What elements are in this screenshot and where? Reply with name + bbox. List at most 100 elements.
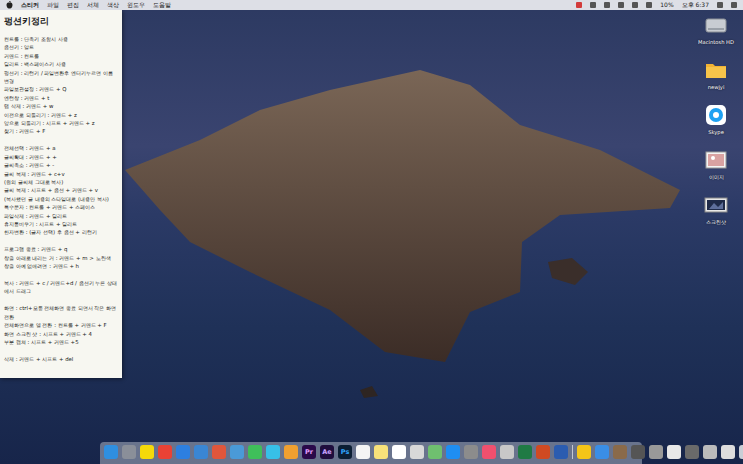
app-icon[interactable]: [739, 445, 743, 459]
note-title[interactable]: 펑션키정리: [4, 15, 118, 27]
app-icon[interactable]: [595, 445, 609, 459]
note-line[interactable]: (복사했던 글 내용의 스타일대로 (내용만 복사): [4, 195, 118, 203]
sticky-note[interactable]: 펑션키정리컨트롤 : 단축키 조합시 사용옵션키 : 알트커맨드 : 컨트롤딜리…: [0, 10, 122, 378]
note-line[interactable]: 앞으로 되돌리기 : 시프트 + 커맨드 + z: [4, 119, 118, 127]
status-icon[interactable]: [618, 2, 624, 8]
app-icon[interactable]: Pr: [302, 445, 316, 459]
status-text[interactable]: 10%: [660, 0, 673, 10]
note-line[interactable]: 창을 아래로 내리는 거 : 커맨드 + m > 노란색: [4, 254, 118, 262]
app-icon[interactable]: [704, 103, 728, 127]
status-text[interactable]: 오후 6:37: [682, 0, 709, 10]
note-line[interactable]: 글씨 복제 : 시프트 + 옵션 + 커맨드 + v: [4, 186, 118, 194]
app-icon[interactable]: [649, 445, 663, 459]
note-line[interactable]: 엔턴창 : 커맨드 + t: [4, 94, 118, 102]
app-icon[interactable]: [374, 445, 388, 459]
app-icon[interactable]: [392, 445, 406, 459]
status-icon[interactable]: [576, 2, 582, 8]
note-line[interactable]: 딜리트 : 백스페이스키 사용: [4, 60, 118, 68]
note-line[interactable]: 글씨 복제 : 커맨드 + c+v: [4, 170, 118, 178]
app-icon[interactable]: [518, 445, 532, 459]
note-line[interactable]: 한자변환 : (글자 선택) 후 옵션 + 리턴키: [4, 228, 118, 236]
desktop-icon[interactable]: Skype: [695, 103, 737, 148]
note-section[interactable]: 프로그램 종료 : 커맨드 + q창을 아래로 내리는 거 : 커맨드 + m …: [4, 245, 118, 270]
icon-label[interactable]: Macintosh HD: [695, 39, 737, 46]
note-line[interactable]: 탭 삭제 : 커맨드 + w: [4, 102, 118, 110]
status-icon[interactable]: [604, 2, 610, 8]
icon-label[interactable]: 이미지: [695, 174, 737, 181]
note-line[interactable]: 특수문자 : 컨트롤 + 커맨드 + 스페이스: [4, 203, 118, 211]
app-icon[interactable]: [554, 445, 568, 459]
status-icon[interactable]: [590, 2, 596, 8]
note-line[interactable]: 커맨드 : 컨트롤: [4, 52, 118, 60]
note-line[interactable]: 글씨확대 : 커맨드 + +: [4, 153, 118, 161]
note-line[interactable]: 휴지통비우기 : 시프트 + 딜리트: [4, 220, 118, 228]
app-icon[interactable]: [212, 445, 226, 459]
note-section[interactable]: 전체선택 : 커맨드 + a글씨확대 : 커맨드 + +글씨축소 : 커맨드 +…: [4, 144, 118, 236]
drive-icon[interactable]: [704, 13, 728, 37]
note-line[interactable]: 파일보관설정 : 커맨드 + Q: [4, 85, 118, 93]
app-icon[interactable]: [140, 445, 154, 459]
app-icon[interactable]: [410, 445, 424, 459]
note-line[interactable]: 파일삭제 : 커맨드 + 딜리트: [4, 212, 118, 220]
app-icon[interactable]: [446, 445, 460, 459]
search-icon[interactable]: [717, 2, 723, 8]
app-icon[interactable]: Ps: [338, 445, 352, 459]
app-icon[interactable]: [428, 445, 442, 459]
note-line[interactable]: 컨트롤 : 단축키 조합시 사용: [4, 35, 118, 43]
app-icon[interactable]: [104, 445, 118, 459]
app-icon[interactable]: [721, 445, 735, 459]
app-icon[interactable]: [500, 445, 514, 459]
app-icon[interactable]: [667, 445, 681, 459]
note-line[interactable]: 전체화면으로 열 전환 : 컨트롤 + 커맨드 + F: [4, 321, 118, 329]
note-section[interactable]: 화면 : ctrl+모퉁 전체화면 종료 되면서 작은 화면 전환전체화면으로 …: [4, 304, 118, 346]
menu-item[interactable]: 색상: [107, 0, 119, 10]
menu-item[interactable]: 편집: [67, 0, 79, 10]
desktop-icon[interactable]: newjyi: [695, 58, 737, 103]
note-section[interactable]: 복사 : 커맨드 + c / 커맨드+d / 옵션키 누른 상태에서 드래그: [4, 279, 118, 296]
app-icon[interactable]: [122, 445, 136, 459]
app-icon[interactable]: [266, 445, 280, 459]
folder-icon[interactable]: [704, 58, 728, 82]
app-icon[interactable]: [685, 445, 699, 459]
note-line[interactable]: 복사 : 커맨드 + c / 커맨드+d / 옵션키 누른 상태에서 드래그: [4, 279, 118, 296]
note-section[interactable]: 삭제 : 커맨드 + 시프트 + del: [4, 355, 118, 363]
app-icon-label[interactable]: Ps: [341, 448, 350, 456]
note-line[interactable]: 전체선택 : 커맨드 + a: [4, 144, 118, 152]
note-line[interactable]: 이전으로 되돌리기 : 커맨드 + z: [4, 111, 118, 119]
note-section[interactable]: 컨트롤 : 단축키 조합시 사용옵션키 : 알트커맨드 : 컨트롤딜리트 : 백…: [4, 35, 118, 136]
app-icon[interactable]: [613, 445, 627, 459]
note-line[interactable]: 창을 아예 없애려면 : 커맨드 + h: [4, 262, 118, 270]
app-icon-label[interactable]: Ae: [322, 448, 331, 456]
note-line[interactable]: 프로그램 종료 : 커맨드 + q: [4, 245, 118, 253]
status-icon[interactable]: [646, 2, 652, 8]
app-icon[interactable]: [248, 445, 262, 459]
menu-item[interactable]: 도움말: [153, 0, 171, 10]
control-icon[interactable]: [731, 2, 737, 8]
app-icon-label[interactable]: Pr: [305, 448, 313, 456]
app-menu[interactable]: 스티커: [21, 0, 39, 10]
app-icon[interactable]: Ae: [320, 445, 334, 459]
icon-label[interactable]: 스크린샷: [695, 219, 737, 226]
app-icon[interactable]: [577, 445, 591, 459]
note-line[interactable]: 옵션키 : 알트: [4, 43, 118, 51]
note-line[interactable]: 글씨축소 : 커맨드 + -: [4, 161, 118, 169]
note-line[interactable]: 화면 : ctrl+모퉁 전체화면 종료 되면서 작은 화면 전환: [4, 304, 118, 321]
note-line[interactable]: 삭제 : 커맨드 + 시프트 + del: [4, 355, 118, 363]
image-icon[interactable]: [704, 148, 728, 172]
menu-item[interactable]: 파일: [47, 0, 59, 10]
app-icon[interactable]: [631, 445, 645, 459]
app-icon[interactable]: [230, 445, 244, 459]
note-line[interactable]: 화면 스크린 샷 : 시프트 + 커맨드 + 4: [4, 330, 118, 338]
app-icon[interactable]: [158, 445, 172, 459]
icon-label[interactable]: newjyi: [695, 84, 737, 91]
menu-item[interactable]: 윈도우: [127, 0, 145, 10]
app-icon[interactable]: [176, 445, 190, 459]
note-line[interactable]: 펑션키 : 리턴키 / 파일변환후 엔터키누르면 이름 변경: [4, 69, 118, 86]
note-line[interactable]: 찾기 : 커맨드 + F: [4, 127, 118, 135]
app-icon[interactable]: [536, 445, 550, 459]
menu-item[interactable]: 서체: [87, 0, 99, 10]
status-icon[interactable]: [632, 2, 638, 8]
desktop-icon[interactable]: 이미지: [695, 148, 737, 193]
app-icon[interactable]: [482, 445, 496, 459]
app-icon[interactable]: [356, 445, 370, 459]
